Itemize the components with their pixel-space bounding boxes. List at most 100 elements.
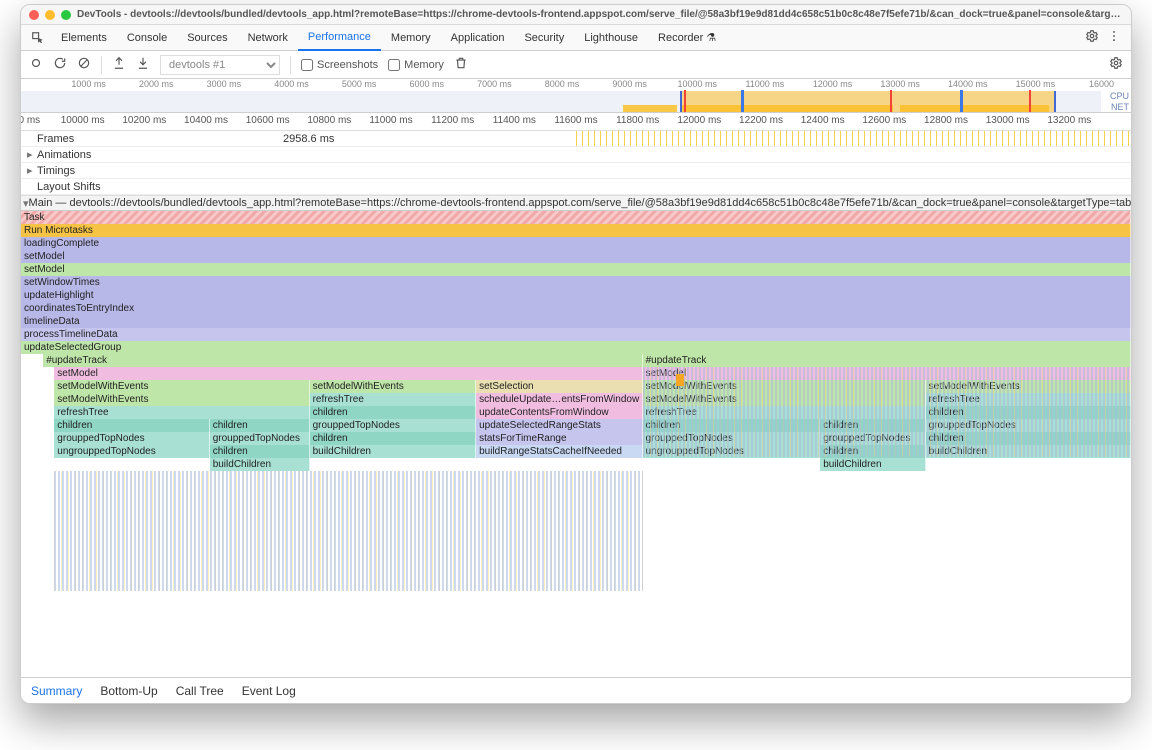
flame-segment[interactable]: children <box>310 406 477 419</box>
kebab-menu-icon[interactable] <box>1107 29 1121 46</box>
flame-segment[interactable]: buildChildren <box>310 445 477 458</box>
close-icon[interactable] <box>29 10 39 20</box>
flame-segment[interactable]: updateHighlight <box>21 289 1131 302</box>
tab-event-log[interactable]: Event Log <box>242 684 296 698</box>
flame-segment[interactable]: #updateTrack <box>43 354 642 367</box>
tab-memory[interactable]: Memory <box>381 25 441 51</box>
maximize-icon[interactable] <box>61 10 71 20</box>
reload-icon[interactable] <box>53 56 67 73</box>
preview-badge-icon: ⚗ <box>706 31 716 44</box>
flame-segment[interactable]: grouppedTopNodes <box>310 419 477 432</box>
flame-segment[interactable]: setModelWithEvents <box>54 393 309 406</box>
flame-segment[interactable]: updateContentsFromWindow <box>476 406 643 419</box>
memory-checkbox[interactable]: Memory <box>388 59 444 71</box>
trash-icon[interactable] <box>454 56 468 73</box>
overview-tick: 4000 ms <box>274 79 309 89</box>
upload-icon[interactable] <box>112 56 126 73</box>
flame-segment[interactable]: Task <box>21 211 1131 224</box>
ruler-tick: 11400 ms <box>493 115 536 126</box>
flame-segment[interactable]: setModel <box>21 263 1131 276</box>
minimize-icon[interactable] <box>45 10 55 20</box>
ruler-tick: 10800 ms <box>307 115 351 126</box>
ruler-tick: 11600 ms <box>554 115 597 126</box>
track-timings[interactable]: ▸Timings <box>21 163 1131 179</box>
tab-elements[interactable]: Elements <box>51 25 117 51</box>
net-label: NET <box>1111 102 1129 112</box>
flame-segment[interactable]: timelineData <box>21 315 1131 328</box>
flame-segment[interactable]: refreshTree <box>54 406 309 419</box>
flame-segment[interactable]: buildRangeStatsCacheIfNeeded <box>476 445 643 458</box>
flame-segment[interactable]: children <box>210 445 310 458</box>
overview-tick: 12000 ms <box>813 79 853 89</box>
profile-selector[interactable]: devtools #1 <box>160 55 280 75</box>
flame-segment[interactable]: grouppedTopNodes <box>54 432 209 445</box>
ruler-tick: 10000 ms <box>61 115 105 126</box>
flame-segment[interactable]: updateSelectedGroup <box>21 341 1131 354</box>
flame-segment[interactable]: ungrouppedTopNodes <box>54 445 209 458</box>
flame-segment[interactable]: statsForTimeRange <box>476 432 643 445</box>
ruler-tick: 10600 ms <box>246 115 290 126</box>
flame-segment[interactable]: loadingComplete <box>21 237 1131 250</box>
flame-segment[interactable]: children <box>210 419 310 432</box>
window-title: DevTools - devtools://devtools/bundled/d… <box>77 9 1123 20</box>
tab-sources[interactable]: Sources <box>177 25 237 51</box>
flame-segment[interactable]: refreshTree <box>310 393 477 406</box>
ruler-tick: 12000 ms <box>677 115 721 126</box>
track-animations[interactable]: ▸Animations <box>21 147 1131 163</box>
tab-call-tree[interactable]: Call Tree <box>176 684 224 698</box>
overview-tick: 6000 ms <box>409 79 444 89</box>
overview-timeline[interactable]: 1000 ms2000 ms3000 ms4000 ms5000 ms6000 … <box>21 79 1131 113</box>
track-frames[interactable]: Frames 2958.6 ms <box>21 131 1131 147</box>
overview-tick: 14000 ms <box>948 79 988 89</box>
flame-segment[interactable]: setSelection <box>476 380 643 393</box>
tab-bottom-up[interactable]: Bottom-Up <box>100 684 157 698</box>
overview-tick: 8000 ms <box>545 79 580 89</box>
overview-tick: 2000 ms <box>139 79 174 89</box>
flame-segment[interactable]: #updateTrack <box>643 354 1131 367</box>
ruler-tick: 11200 ms <box>431 115 474 126</box>
flame-segment[interactable]: grouppedTopNodes <box>210 432 310 445</box>
clear-icon[interactable] <box>77 56 91 73</box>
record-icon[interactable] <box>29 56 43 73</box>
cpu-label: CPU <box>1110 91 1129 101</box>
panel-tabbar: Elements Console Sources Network Perform… <box>21 25 1131 51</box>
flame-segment[interactable]: setModelWithEvents <box>310 380 477 393</box>
ruler-tick: 12200 ms <box>739 115 783 126</box>
flame-segment[interactable] <box>676 374 684 386</box>
main-thread-header[interactable]: ▾Main — devtools://devtools/bundled/devt… <box>21 195 1131 211</box>
flame-segment[interactable]: children <box>54 419 209 432</box>
inspect-icon[interactable] <box>25 25 51 51</box>
flame-segment[interactable]: coordinatesToEntryIndex <box>21 302 1131 315</box>
settings-gear-icon[interactable] <box>1085 29 1099 46</box>
flame-segment[interactable]: scheduleUpdate…entsFromWindow <box>476 393 643 406</box>
tab-summary[interactable]: Summary <box>31 684 82 698</box>
flame-segment[interactable]: setModelWithEvents <box>54 380 309 393</box>
tab-lighthouse[interactable]: Lighthouse <box>574 25 648 51</box>
tab-performance[interactable]: Performance <box>298 25 381 51</box>
time-ruler[interactable]: 9800 ms10000 ms10200 ms10400 ms10600 ms1… <box>21 113 1131 131</box>
screenshots-checkbox[interactable]: Screenshots <box>301 59 378 71</box>
flame-segment[interactable]: updateSelectedRangeStats <box>476 419 643 432</box>
flame-segment[interactable]: Run Microtasks <box>21 224 1131 237</box>
flame-chart[interactable]: TaskRun MicrotasksloadingCompletesetMode… <box>21 211 1131 677</box>
panel-settings-gear-icon[interactable] <box>1109 56 1123 73</box>
tab-recorder[interactable]: Recorder ⚗ <box>648 25 726 51</box>
flame-segment[interactable]: setWindowTimes <box>21 276 1131 289</box>
flame-segment[interactable]: children <box>310 432 477 445</box>
flame-segment[interactable]: setModel <box>21 250 1131 263</box>
track-layout-shifts[interactable]: Layout Shifts <box>21 179 1131 195</box>
flame-segment[interactable]: buildChildren <box>820 458 925 471</box>
flame-segment[interactable]: buildChildren <box>210 458 310 471</box>
ruler-tick: 11800 ms <box>616 115 659 126</box>
tab-application[interactable]: Application <box>441 25 515 51</box>
titlebar: DevTools - devtools://devtools/bundled/d… <box>21 5 1131 25</box>
tab-console[interactable]: Console <box>117 25 177 51</box>
devtools-window: DevTools - devtools://devtools/bundled/d… <box>20 4 1132 704</box>
flame-segment[interactable]: setModel <box>54 367 642 380</box>
download-icon[interactable] <box>136 56 150 73</box>
ruler-tick: 11000 ms <box>369 115 412 126</box>
tab-security[interactable]: Security <box>514 25 574 51</box>
flame-segment[interactable]: processTimelineData <box>21 328 1131 341</box>
overview-tick: 15000 ms <box>1016 79 1056 89</box>
tab-network[interactable]: Network <box>238 25 298 51</box>
